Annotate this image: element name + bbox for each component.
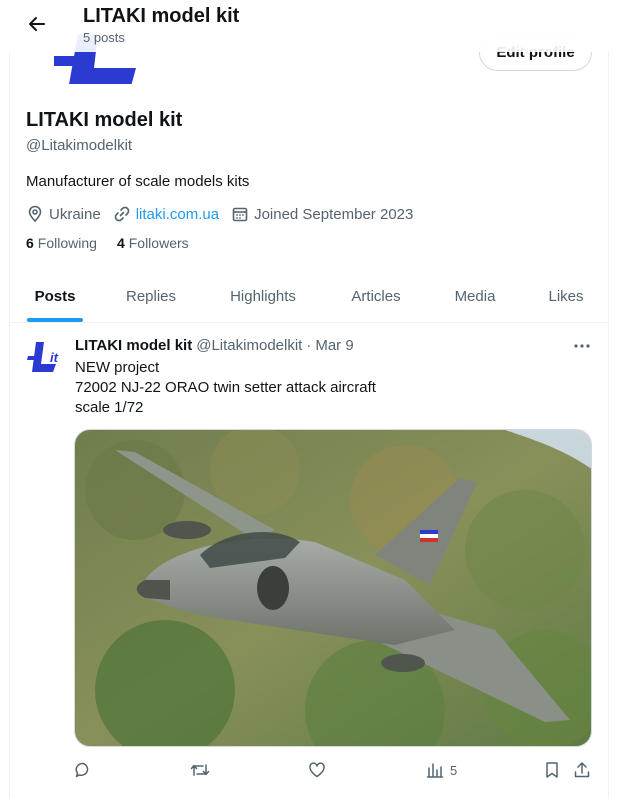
bookmark-icon <box>546 762 558 778</box>
header-title: LITAKI model kit <box>83 5 240 27</box>
more-options-button[interactable] <box>570 337 594 355</box>
tab-likes[interactable]: Likes <box>526 270 606 323</box>
link-icon <box>114 206 130 222</box>
share-icon <box>574 762 590 778</box>
joined-text: Joined September 2023 <box>254 205 414 223</box>
post-author-handle[interactable]: @Litakimodelkit <box>196 337 302 354</box>
location-item: Ukraine <box>26 205 101 223</box>
back-button[interactable] <box>22 9 52 39</box>
post-text: NEW project 72002 NJ-22 ORAO twin setter… <box>75 358 376 418</box>
post-author-avatar[interactable]: it <box>26 338 66 378</box>
follow-stats: 6 Following 4 Followers <box>26 235 209 251</box>
following-label: Following <box>37 235 97 251</box>
active-tab-indicator <box>27 318 83 322</box>
profile-display-name: LITAKI model kit <box>26 109 183 131</box>
tab-highlights[interactable]: Highlights <box>210 270 316 323</box>
post-line: scale 1/72 <box>75 399 144 416</box>
repost-icon <box>190 764 210 776</box>
repost-button[interactable] <box>190 758 210 782</box>
bookmark-button[interactable] <box>543 758 561 782</box>
heart-icon <box>309 762 325 778</box>
location-text: Ukraine <box>49 205 101 223</box>
post-line: NEW project <box>75 359 160 376</box>
views-count: 5 <box>450 762 458 778</box>
profile-meta: Ukraine litaki.com.ua Joined September 2… <box>26 204 425 224</box>
calendar-icon <box>232 207 248 222</box>
joined-item: Joined September 2023 <box>231 205 413 223</box>
followers-count: 4 <box>116 235 125 251</box>
following-count: 6 <box>26 235 34 251</box>
followers-label: Followers <box>128 235 189 251</box>
post-separator: · <box>306 337 312 354</box>
post-header: LITAKI model kit @Litakimodelkit · Mar 9 <box>75 337 354 354</box>
website-item: litaki.com.ua <box>113 205 219 223</box>
profile-tabs: Posts Replies Highlights Articles Media … <box>10 270 608 323</box>
tab-articles[interactable]: Articles <box>331 270 421 323</box>
profile-header-bar: LITAKI model kit 5 posts <box>0 0 623 52</box>
following-link[interactable]: 6 Following <box>26 235 97 251</box>
followers-link[interactable]: 4 Followers <box>117 235 189 251</box>
more-dots-icon <box>574 344 590 348</box>
like-button[interactable] <box>308 758 326 782</box>
profile-handle: @Litakimodelkit <box>26 137 133 154</box>
reply-icon <box>75 762 89 778</box>
tab-replies[interactable]: Replies <box>106 270 196 323</box>
aircraft-photo <box>75 430 591 746</box>
tab-media[interactable]: Media <box>430 270 520 323</box>
views-chart-icon <box>426 763 444 778</box>
profile-bio: Manufacturer of scale models kits <box>26 173 250 190</box>
header-post-count: 5 posts <box>83 30 125 45</box>
tab-posts[interactable]: Posts <box>10 270 100 323</box>
arrow-left-icon <box>29 17 45 31</box>
reply-button[interactable] <box>74 758 92 782</box>
post-image[interactable] <box>74 429 592 747</box>
svg-text:it: it <box>50 350 59 365</box>
location-pin-icon <box>28 205 42 223</box>
share-button[interactable] <box>573 758 591 782</box>
post-date[interactable]: Mar 9 <box>315 337 353 354</box>
views-button[interactable]: 5 <box>426 758 457 782</box>
post-actions: 5 <box>74 758 594 782</box>
post-line: 72002 NJ-22 ORAO twin setter attack airc… <box>75 379 376 396</box>
website-link[interactable]: litaki.com.ua <box>136 206 219 223</box>
post-author-name[interactable]: LITAKI model kit <box>75 337 192 354</box>
litaki-avatar-logo: it <box>26 338 66 378</box>
